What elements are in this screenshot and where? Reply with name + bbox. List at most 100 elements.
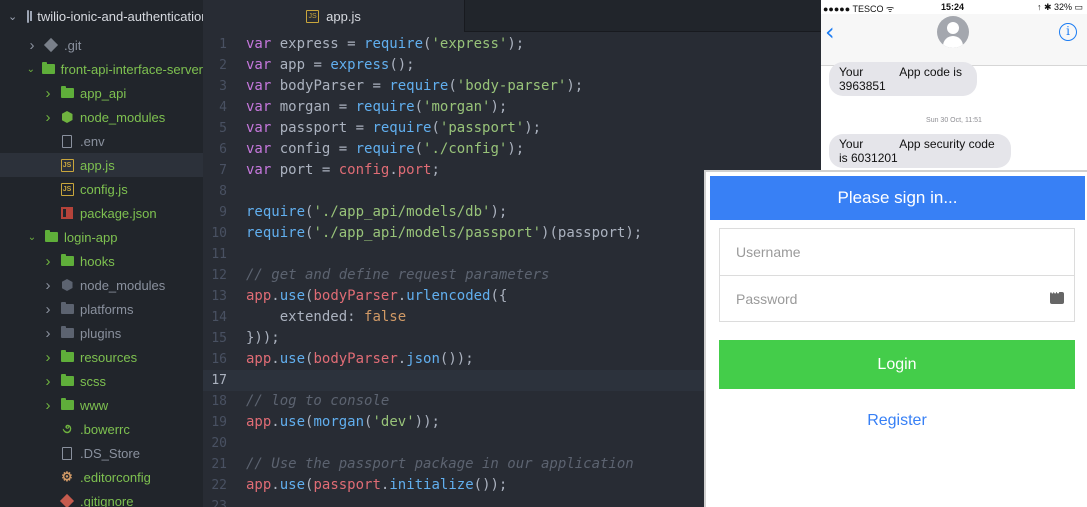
git-icon-red — [59, 493, 75, 507]
sms-screen: ●●●●● TESCO ᯤ 15:24 ↑ ✱ 32% ▭ ‹ i Your Ap… — [821, 0, 1087, 174]
code-token: ; — [431, 162, 440, 178]
code-token: ( — [414, 99, 424, 115]
code-line[interactable]: 3 var bodyParser = require('body-parser')… — [203, 76, 821, 97]
tree-item[interactable]: JS app.js — [0, 153, 203, 177]
tree-item[interactable]: .env — [0, 129, 203, 153]
username-field[interactable]: Username — [720, 229, 1074, 275]
folder-icon — [60, 350, 74, 364]
message-text: App security code — [899, 137, 995, 151]
tree-item-label: node_modules — [80, 277, 166, 293]
tree-item[interactable]: › resources — [0, 345, 203, 369]
tree-item-label: .git — [64, 37, 82, 53]
code-token: port — [397, 162, 432, 178]
tree-item[interactable]: › platforms — [0, 297, 203, 321]
code-text: var port = config.port; — [246, 160, 440, 181]
tree-item[interactable]: ૭ .bowerrc — [0, 417, 203, 441]
tree-item[interactable]: › plugins — [0, 321, 203, 345]
code-text: var app = express(); — [246, 55, 415, 76]
chevron-right-icon[interactable]: › — [42, 349, 54, 366]
code-token: urlencoded — [406, 288, 491, 304]
code-line[interactable]: 4 var morgan = require('morgan'); — [203, 97, 821, 118]
code-token: bodyParser — [313, 351, 398, 367]
line-number: 2 — [219, 58, 227, 73]
login-button[interactable]: Login — [719, 340, 1075, 389]
code-text: // Use the passport package in our appli… — [246, 454, 634, 475]
code-token: express — [330, 57, 390, 73]
chevron-down-icon[interactable]: ⌄ — [26, 64, 36, 75]
code-token: app — [246, 288, 272, 304]
chevron-right-icon[interactable]: › — [42, 85, 54, 102]
code-token: 'express' — [431, 36, 508, 52]
tree-item[interactable]: › node_modules — [0, 105, 203, 129]
chevron-right-icon[interactable]: › — [26, 37, 38, 54]
code-token: require — [372, 120, 432, 136]
chevron-right-icon[interactable]: › — [42, 109, 54, 126]
ios-status-bar: ●●●●● TESCO ᯤ 15:24 ↑ ✱ 32% ▭ — [821, 0, 1087, 14]
tree-item[interactable]: › .git — [0, 33, 203, 57]
code-token: var — [246, 99, 272, 115]
code-token: use — [279, 351, 306, 367]
info-icon[interactable]: i — [1059, 23, 1077, 41]
tree-item-label: .DS_Store — [80, 445, 140, 461]
tree-item[interactable]: › hooks — [0, 249, 203, 273]
tree-item[interactable]: package.json — [0, 201, 203, 225]
code-token: use — [279, 477, 306, 493]
tree-item[interactable]: › app_api — [0, 81, 203, 105]
code-token: ()); — [473, 477, 508, 493]
code-token: . — [271, 414, 280, 430]
back-chevron-icon[interactable]: ‹ — [825, 18, 835, 46]
message-text: Your — [839, 137, 864, 151]
chevron-right-icon[interactable]: › — [42, 325, 54, 342]
code-token: ); — [490, 99, 508, 115]
tree-item-label: www — [80, 397, 109, 413]
register-link[interactable]: Register — [719, 412, 1075, 430]
line-number: 9 — [219, 205, 227, 220]
folder-icon — [60, 374, 74, 388]
project-root[interactable]: ⌄ twilio-ionic-and-authentication — [0, 0, 203, 32]
tree-item[interactable]: .gitignore — [0, 489, 203, 507]
chevron-right-icon[interactable]: › — [42, 253, 54, 270]
code-line[interactable]: 6 var config = require('./config'); — [203, 139, 821, 160]
chevron-down-icon[interactable]: ⌄ — [26, 232, 38, 243]
tree-item[interactable]: › node_modules — [0, 273, 203, 297]
tree-item[interactable]: ⌄ login-app — [0, 225, 203, 249]
line-number: 15 — [211, 331, 227, 346]
code-text: app.use(bodyParser.urlencoded({ — [246, 286, 507, 307]
chevron-right-icon[interactable]: › — [42, 397, 54, 414]
code-token: app — [246, 477, 272, 493]
code-text: var bodyParser = require('body-parser'); — [246, 76, 583, 97]
code-text: extended: false — [246, 307, 406, 328]
chevron-right-icon[interactable]: › — [42, 277, 54, 294]
tree-item[interactable]: › www — [0, 393, 203, 417]
code-text: // get and define request parameters — [246, 265, 549, 286]
tree-item[interactable]: ⌄ front-api-interface-server — [0, 57, 203, 81]
tree-item-label: .editorconfig — [80, 469, 151, 485]
code-line[interactable]: 5 var passport = require('passport'); — [203, 118, 821, 139]
code-token: use — [279, 414, 306, 430]
chevron-right-icon[interactable]: › — [42, 373, 54, 390]
password-field[interactable]: Password — [720, 275, 1074, 321]
tree-item[interactable]: ⚙ .editorconfig — [0, 465, 203, 489]
tree-item[interactable]: .DS_Store — [0, 441, 203, 465]
line-number: 6 — [219, 142, 227, 157]
code-token: morgan = — [271, 99, 356, 115]
tree-item-label: config.js — [80, 181, 128, 197]
chevron-down-icon[interactable]: ⌄ — [8, 10, 17, 23]
code-token: passport = — [271, 120, 373, 136]
code-token: ({ — [490, 288, 508, 304]
message-code: 3963851 — [839, 79, 886, 93]
code-text: app.use(morgan('dev')); — [246, 412, 440, 433]
tree-item[interactable]: › scss — [0, 369, 203, 393]
js-file-icon: JS — [306, 9, 320, 23]
code-line[interactable]: 1 var express = require('express'); — [203, 34, 821, 55]
tree-item-label: scss — [80, 373, 106, 389]
code-token: app = — [271, 57, 331, 73]
code-token: bodyParser — [313, 288, 398, 304]
tree-item[interactable]: JS config.js — [0, 177, 203, 201]
contact-avatar[interactable] — [937, 16, 969, 48]
password-key-icon[interactable] — [1050, 288, 1064, 304]
code-token: require — [355, 99, 415, 115]
code-line[interactable]: 2 var app = express(); — [203, 55, 821, 76]
tab-app-js[interactable]: JS app.js — [203, 0, 465, 32]
chevron-right-icon[interactable]: › — [42, 301, 54, 318]
